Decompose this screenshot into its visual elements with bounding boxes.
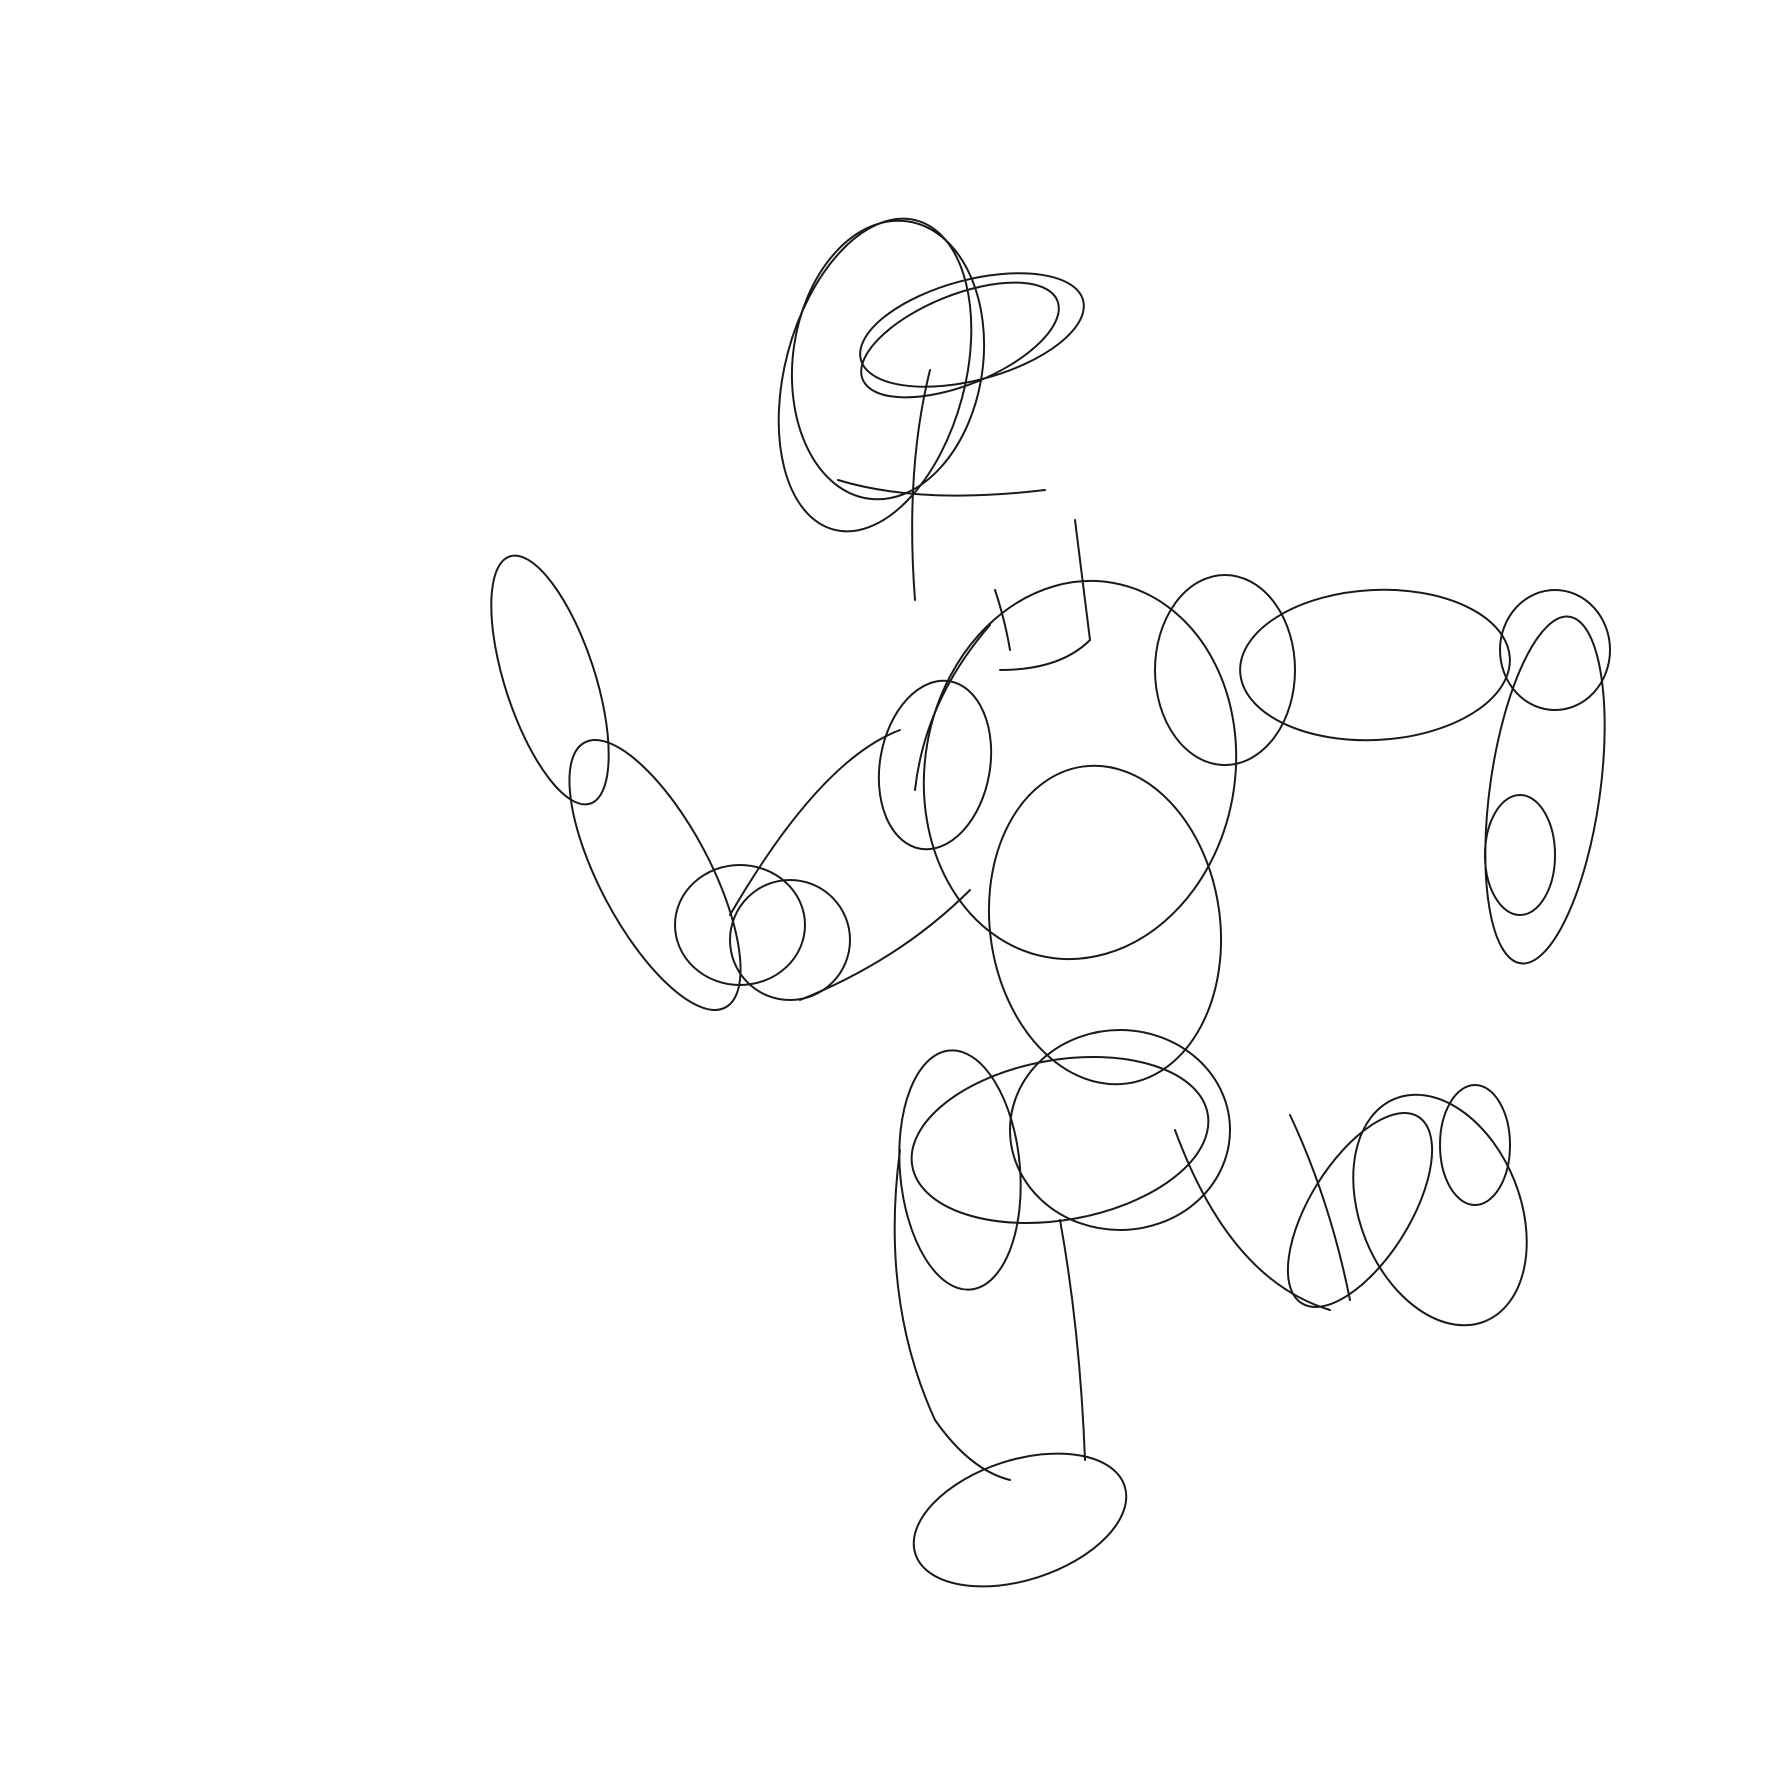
far-thigh-line-2 xyxy=(1289,1114,1351,1301)
near-foot-oval xyxy=(912,1452,1128,1588)
far-leg-sketch xyxy=(1174,1084,1528,1327)
pelvis-sketch xyxy=(910,1029,1231,1231)
far-hand-oval xyxy=(1484,794,1556,916)
neck-line-1 xyxy=(999,519,1091,671)
pelvis-oval-1 xyxy=(1009,1029,1231,1231)
near-upper-arm-line-1 xyxy=(729,729,901,916)
near-elbow-oval-2 xyxy=(729,879,851,1001)
head-sketch xyxy=(777,217,1085,601)
near-upper-arm-line-2 xyxy=(799,889,971,1001)
far-arm-sketch xyxy=(1154,574,1611,965)
far-elbow-oval xyxy=(1499,589,1611,711)
near-shin-line-1 xyxy=(893,1149,1011,1481)
far-shoulder-oval xyxy=(1154,574,1296,766)
ribcage-oval xyxy=(922,579,1238,961)
drawing-canvas[interactable] xyxy=(0,0,1773,1773)
figure-sketch xyxy=(490,217,1611,1588)
far-thigh-line-1 xyxy=(1174,1129,1331,1311)
near-shoulder-oval xyxy=(877,679,993,851)
far-foot-oval xyxy=(1352,1093,1528,1327)
near-arm-sketch xyxy=(490,554,971,1011)
far-heel-oval xyxy=(1439,1084,1511,1206)
abdomen-oval xyxy=(987,764,1223,1086)
far-shin-oval-1 xyxy=(1286,1112,1434,1308)
near-leg-sketch xyxy=(893,1049,1128,1588)
torso-front-line xyxy=(914,624,991,791)
near-shin-line-2 xyxy=(1059,1219,1086,1461)
near-hand-oval xyxy=(490,554,610,806)
far-forearm-oval xyxy=(1484,615,1606,965)
torso-sketch xyxy=(877,579,1238,1086)
head-top-ring-2 xyxy=(860,281,1060,399)
head-jaw-line xyxy=(837,479,1046,497)
head-oval-1 xyxy=(790,219,986,501)
neck-line-2 xyxy=(994,589,1011,651)
near-thigh-oval xyxy=(898,1049,1022,1291)
neck-sketch xyxy=(994,519,1091,671)
